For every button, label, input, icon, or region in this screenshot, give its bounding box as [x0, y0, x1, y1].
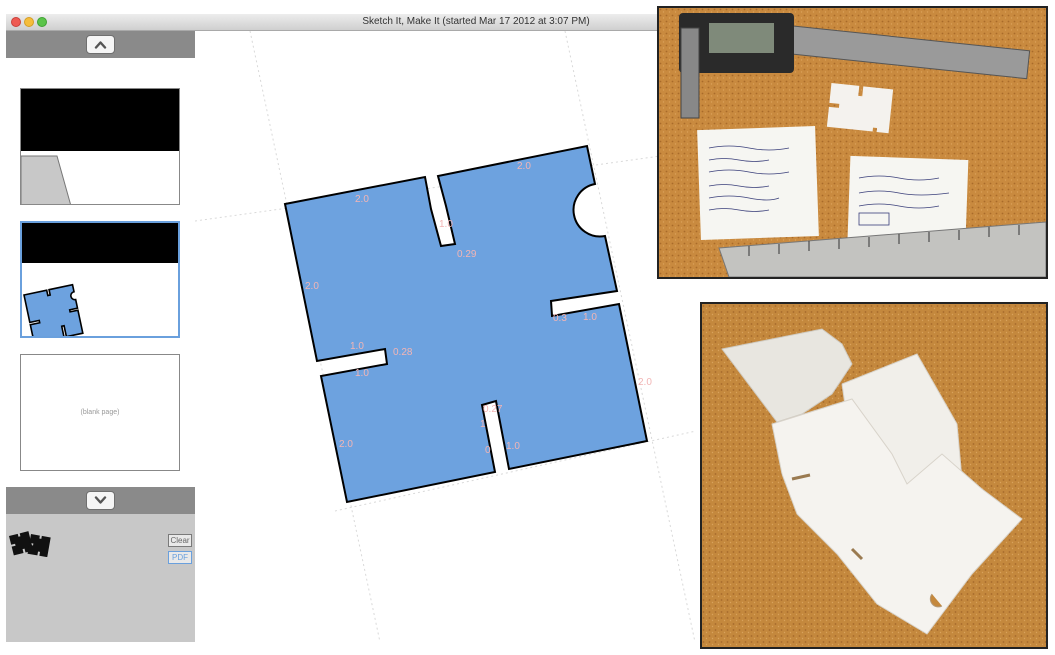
- dimension-label: 1.0: [439, 219, 453, 230]
- scroll-up-button[interactable]: [86, 35, 115, 54]
- assembled-pieces-illustration: [702, 304, 1046, 647]
- dimension-label: 0.3: [553, 313, 567, 324]
- dimension-label: 0: [485, 445, 491, 456]
- dimension-label: 2.0: [355, 194, 369, 205]
- dimension-label: 1: [480, 419, 486, 430]
- dimension-label: 0.28: [393, 347, 413, 358]
- thumbnail-black-region: [21, 89, 179, 151]
- close-window-button[interactable]: [11, 17, 21, 27]
- scroll-down-button[interactable]: [86, 491, 115, 510]
- thumbnail-grey-shape: [21, 155, 71, 204]
- zoom-window-button[interactable]: [37, 17, 47, 27]
- page-thumbnail-1[interactable]: [20, 88, 180, 205]
- pdf-button[interactable]: PDF: [168, 551, 192, 564]
- dimension-label: 0.27: [483, 404, 503, 415]
- app-window: Sketch It, Make It (started Mar 17 2012 …: [6, 14, 696, 642]
- chevron-up-icon: [94, 41, 107, 49]
- caliper-photo-illustration: [659, 8, 1046, 277]
- dimension-label: 1.0: [355, 368, 369, 379]
- caliper-notes-photo: [657, 6, 1048, 279]
- window-title: Sketch It, Make It (started Mar 17 2012 …: [362, 16, 590, 27]
- drawing-canvas[interactable]: 2.0 2.0 1.0 0.29 2.0 0.3 1.0 1.0 0.28 1.…: [194, 30, 696, 642]
- dimension-label: 2.0: [638, 377, 652, 388]
- page-thumbnail-3[interactable]: (blank page): [20, 354, 180, 471]
- dimension-label: 2.0: [339, 439, 353, 450]
- dimension-label: 0.29: [457, 249, 477, 260]
- thumbnail-blue-shape: [23, 283, 84, 336]
- dimension-label: 2.0: [517, 161, 531, 172]
- page-sidebar: (blank page) Clear PDF: [6, 31, 195, 642]
- page-thumbnail-list[interactable]: (blank page): [6, 58, 195, 487]
- sketch-drawing[interactable]: 2.0 2.0 1.0 0.29 2.0 0.3 1.0 1.0 0.28 1.…: [194, 30, 696, 642]
- dimension-label: 2.0: [305, 281, 319, 292]
- sidebar-top-bar: [6, 31, 195, 58]
- dimension-label: 1.0: [350, 341, 364, 352]
- title-bar[interactable]: Sketch It, Make It (started Mar 17 2012 …: [6, 14, 696, 31]
- minimize-window-button[interactable]: [24, 17, 34, 27]
- dimension-label: 1.0: [506, 441, 520, 452]
- chevron-down-icon: [94, 496, 107, 504]
- dimension-label: 1.0: [583, 312, 597, 323]
- page-thumbnail-2[interactable]: [20, 221, 180, 338]
- assembled-pieces-photo: [700, 302, 1048, 649]
- blank-page-label: (blank page): [80, 409, 120, 416]
- stamp-preview-icon: [9, 531, 51, 557]
- sidebar-bottom-bar: [6, 487, 195, 514]
- clear-button[interactable]: Clear: [168, 534, 192, 547]
